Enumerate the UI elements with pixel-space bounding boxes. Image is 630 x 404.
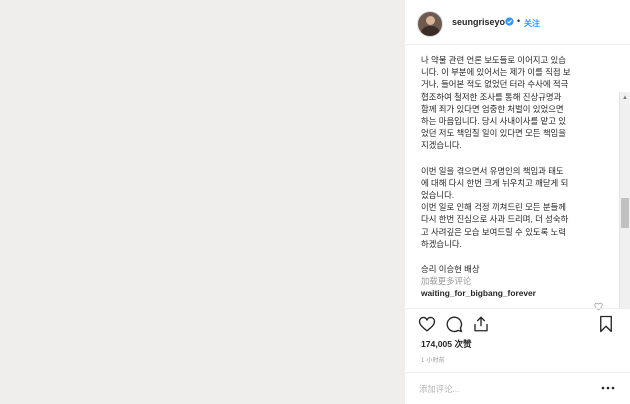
post-image-area — [0, 0, 405, 404]
caption-line: 고 사려깊은 모습 보여드릴 수 있도록 노력 — [421, 226, 566, 237]
post-side-panel: seungriseyo • 关注 나 약물 관련 언론 보도들로 이어지고 있습… — [405, 0, 630, 404]
post-timestamp[interactable]: 1 小时前 — [421, 355, 445, 364]
caption-line: 었던 저도 책임질 일이 있다면 모든 책임을 — [421, 128, 566, 139]
post-actions: 174,005 次赞 1 小时前 — [405, 308, 630, 403]
caption-scrollbar[interactable]: ▲ ▼ — [619, 92, 630, 308]
caption-line: 에 대해 다시 한번 크게 뉘우치고 깨닫게 되 — [421, 177, 569, 188]
avatar[interactable] — [417, 11, 443, 37]
caption-signature: 승리 이승현 배상 — [421, 264, 480, 275]
caption-scroll-area[interactable]: 나 약물 관련 언론 보도들로 이어지고 있습 니다. 이 부분에 있어서는 제… — [405, 46, 630, 308]
scrollbar-thumb[interactable] — [621, 198, 629, 228]
avatar-head — [426, 16, 435, 25]
bookmark-icon[interactable] — [597, 315, 615, 333]
caption-line: 나 약물 관련 언론 보도들로 이어지고 있습 — [421, 55, 566, 65]
comment-username-link[interactable]: waiting_for_bigbang_forever — [421, 287, 613, 299]
caption-line: 지겠습니다. — [421, 140, 462, 151]
caption-line: 이번 일로 인해 걱정 끼쳐드린 모든 분들께 — [421, 202, 566, 213]
follow-button[interactable]: 关注 — [524, 18, 540, 29]
comment-input[interactable] — [419, 381, 589, 397]
more-options-icon[interactable] — [601, 385, 615, 391]
caption-line: 협조하여 철저한 조사를 통해 진상규명과 — [421, 91, 562, 102]
post-caption: 나 약물 관련 언론 보도들로 이어지고 있습 니다. 이 부분에 있어서는 제… — [421, 54, 613, 300]
caption-line: 하겠습니다. — [421, 238, 462, 249]
share-icon[interactable] — [472, 315, 490, 333]
avatar-body — [421, 26, 440, 36]
separator-dot: • — [517, 16, 521, 26]
caption-line: 니다. 이 부분에 있어서는 제가 이를 직접 보 — [421, 67, 571, 78]
like-heart-icon[interactable] — [418, 315, 436, 333]
caption-line: 함께 죄가 있다면 엄중한 처벌이 있었으면 — [421, 103, 564, 114]
load-more-comments-link[interactable]: 加载更多评论 — [421, 275, 613, 287]
comment-box — [405, 372, 630, 404]
post-header: seungriseyo • 关注 — [405, 0, 630, 45]
comment-bubble-icon[interactable] — [445, 315, 463, 333]
caption-line: 거나, 들어본 적도 없었던 터라 수사에 적극 — [421, 79, 569, 90]
caption-line: 었습니다. — [421, 190, 455, 201]
verified-badge-icon — [505, 17, 514, 26]
caption-line: 다시 한번 진심으로 사과 드리며, 더 성숙하 — [421, 214, 569, 225]
caption-line: 하는 마음입니다. 당시 사내이사를 맡고 있 — [421, 116, 566, 127]
caption-line: 이번 일을 겪으면서 유명인의 책임과 태도 — [421, 165, 564, 176]
likes-count[interactable]: 174,005 次赞 — [421, 338, 472, 350]
username-link[interactable]: seungriseyo — [452, 17, 505, 27]
scroll-up-arrow-icon[interactable]: ▲ — [620, 94, 630, 102]
